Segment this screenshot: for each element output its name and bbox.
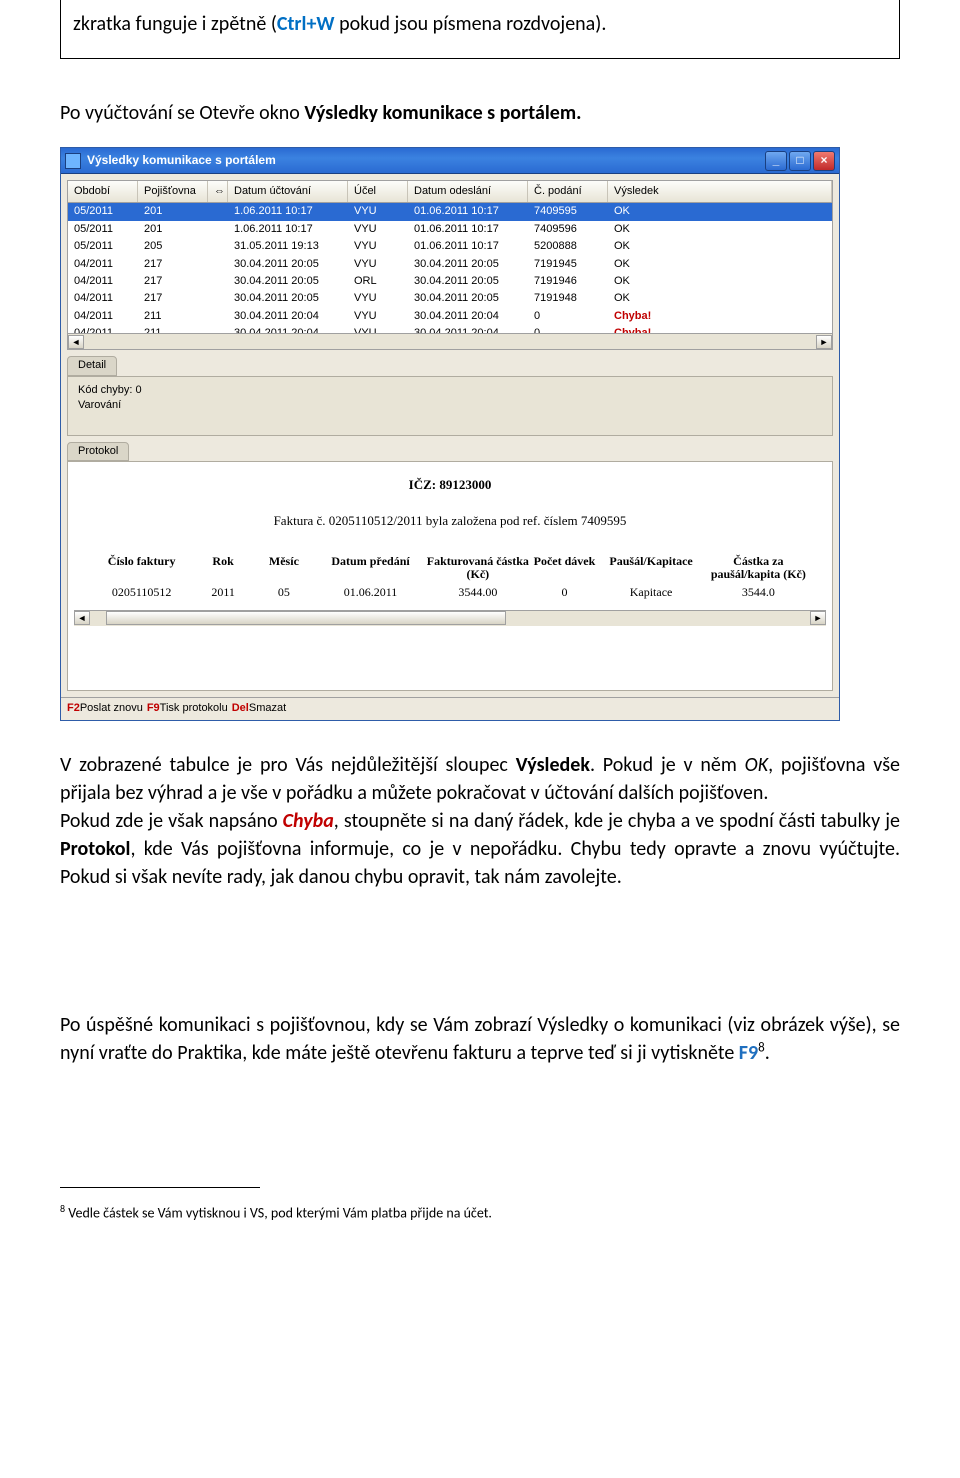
intro-text-pre: zkratka funguje i zpětně ( (73, 12, 277, 36)
footnote-8: 8 Vedle částek se Vám vytisknou i VS, po… (60, 1202, 900, 1223)
detail-error-code: Kód chyby: 0 (78, 383, 822, 398)
protokol-label: Protokol (67, 442, 129, 461)
titlebar[interactable]: Výsledky komunikace s portálem _ □ × (61, 148, 839, 174)
para-vysledek: V zobrazené tabulce je pro Vás nejdůleži… (60, 751, 900, 891)
scroll-left-icon[interactable]: ◄ (74, 611, 90, 625)
col-cislo-podani[interactable]: Č. podání (528, 181, 608, 202)
col-ucel[interactable]: Účel (348, 181, 408, 202)
protokol-faktura-line: Faktura č. 0205110512/2011 byla založena… (84, 512, 816, 530)
scroll-left-icon[interactable]: ◄ (68, 335, 84, 349)
grid-header[interactable]: Období Pojišťovna ⇔ Datum účtování Účel … (68, 181, 832, 203)
col-datum-odeslani[interactable]: Datum odeslání (408, 181, 528, 202)
detail-label: Detail (67, 356, 117, 375)
results-window: Výsledky komunikace s portálem _ □ × Obd… (60, 147, 840, 721)
footnote-separator (60, 1187, 260, 1188)
scroll-right-icon[interactable]: ► (816, 335, 832, 349)
protokol-table-header: Číslo faktury Rok Měsíc Datum předání Fa… (84, 555, 816, 583)
shortcut-ctrlw: Ctrl+W (277, 12, 335, 36)
table-row[interactable]: 04/201121730.04.2011 20:05VYU30.04.2011 … (68, 290, 832, 307)
close-button[interactable]: × (813, 151, 835, 171)
grid-body[interactable]: 05/20112011.06.2011 10:17VYU01.06.2011 1… (68, 203, 832, 333)
detail-panel: Kód chyby: 0 Varování (67, 376, 833, 436)
intro-box: zkratka funguje i zpětně (Ctrl+W pokud j… (60, 0, 900, 59)
table-row[interactable]: 04/201121730.04.2011 20:05ORL30.04.2011 … (68, 273, 832, 290)
intro-text-post: pokud jsou písmena rozdvojena). (335, 12, 607, 36)
statusbar-f9[interactable]: F9Tisk protokolu (147, 701, 228, 716)
detail-warning: Varování (78, 398, 822, 413)
footnote-ref-8: 8 (758, 1040, 765, 1055)
para-uspesna: Po úspěšné komunikaci s pojišťovnou, kdy… (60, 1011, 900, 1067)
results-grid[interactable]: Období Pojišťovna ⇔ Datum účtování Účel … (67, 180, 833, 350)
table-row[interactable]: 05/20112011.06.2011 10:17VYU01.06.2011 1… (68, 203, 832, 220)
table-row[interactable]: 04/201121130.04.2011 20:04VYU30.04.2011 … (68, 308, 832, 325)
protokol-icz: IČZ: 89123000 (84, 476, 816, 494)
statusbar: F2Poslat znovu F9Tisk protokolu DelSmaza… (61, 697, 839, 719)
col-datum-uctovani[interactable]: Datum účtování (228, 181, 348, 202)
table-row[interactable]: 04/201121730.04.2011 20:05VYU30.04.2011 … (68, 256, 832, 273)
table-row[interactable]: 04/201121130.04.2011 20:04VYU30.04.2011 … (68, 325, 832, 333)
protokol-h-scrollbar[interactable]: ◄ ► (74, 610, 826, 626)
minimize-button[interactable]: _ (765, 151, 787, 171)
window-name-bold: Výsledky komunikace s portálem. (304, 101, 581, 125)
maximize-button[interactable]: □ (789, 151, 811, 171)
statusbar-f2[interactable]: F2Poslat znovu (67, 701, 143, 716)
col-vysledek[interactable]: Výsledek (608, 181, 832, 202)
protokol-table-row: 0205110512 2011 05 01.06.2011 3544.00 0 … (84, 582, 816, 600)
table-row[interactable]: 05/201120531.05.2011 19:13VYU01.06.2011 … (68, 238, 832, 255)
scrollbar-thumb[interactable] (106, 611, 506, 625)
grid-h-scrollbar[interactable]: ◄ ► (68, 333, 832, 349)
statusbar-del[interactable]: DelSmazat (232, 701, 286, 716)
para-after-box: Po vyúčtování se Otevře okno Výsledky ko… (60, 99, 900, 127)
app-icon (65, 153, 81, 169)
window-title: Výsledky komunikace s portálem (87, 152, 276, 169)
table-row[interactable]: 05/20112011.06.2011 10:17VYU01.06.2011 1… (68, 221, 832, 238)
col-obdobi[interactable]: Období (68, 181, 138, 202)
scroll-right-icon[interactable]: ► (810, 611, 826, 625)
col-pojistovna[interactable]: Pojišťovna (138, 181, 208, 202)
col-signature-icon[interactable]: ⇔ (208, 181, 228, 202)
protokol-panel[interactable]: IČZ: 89123000 Faktura č. 0205110512/2011… (67, 461, 833, 691)
